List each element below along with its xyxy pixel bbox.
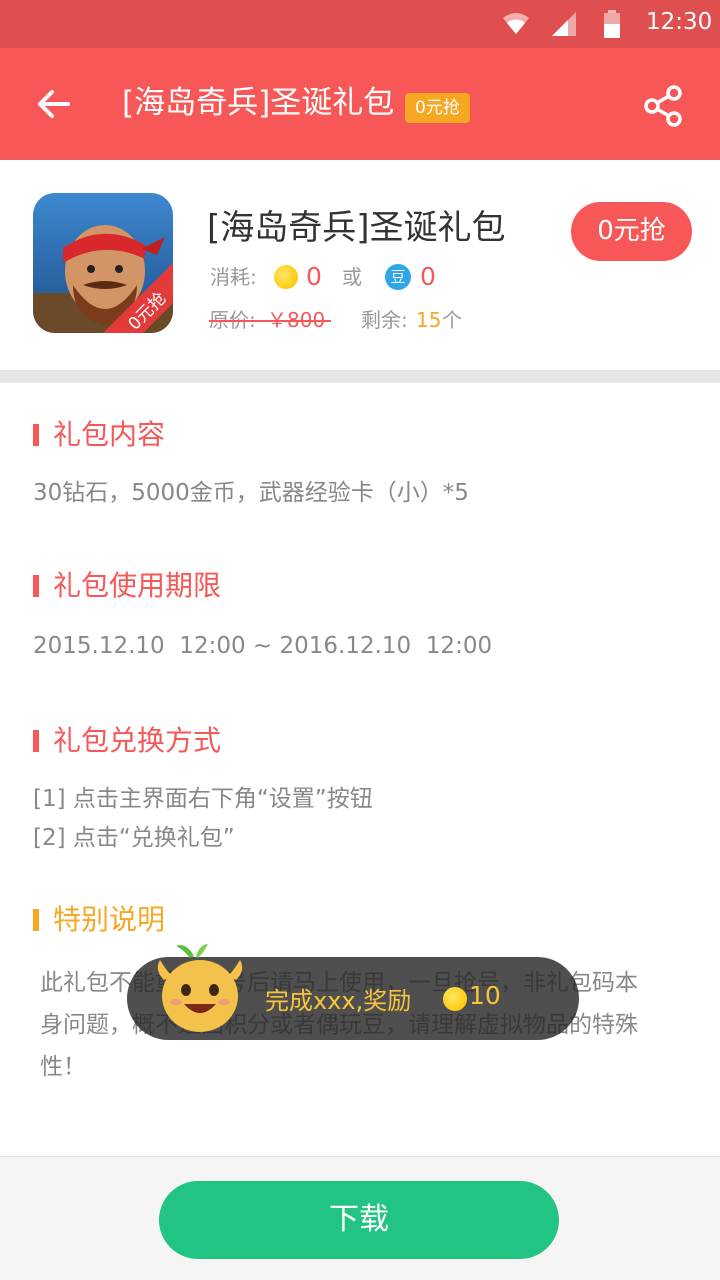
section-period-text: 2015.12.10 12:00 ~ 2016.12.10 12:00 (33, 633, 493, 659)
coin-icon (274, 265, 298, 289)
share-icon[interactable] (640, 82, 688, 130)
back-arrow-icon[interactable] (32, 82, 76, 126)
page-title: [海岛奇兵]圣诞礼包 (122, 85, 395, 121)
coin-icon (443, 987, 467, 1011)
bottom-bar: 下载 (0, 1156, 720, 1280)
wifi-icon (503, 13, 529, 34)
download-button[interactable]: 下载 (159, 1181, 559, 1259)
remaining-unit: 个 (442, 308, 462, 332)
price-strikethrough (209, 320, 331, 322)
grab-button[interactable]: 0元抢 (571, 202, 692, 261)
bean-cost: 0 (420, 262, 436, 291)
cost-label: 消耗: (210, 265, 257, 289)
status-time: 12:30 (646, 9, 713, 35)
game-icon: 0元抢 (33, 193, 173, 333)
mascot-icon (157, 944, 243, 1032)
bean-icon: 豆 (385, 264, 411, 290)
coin-cost: 0 (306, 262, 322, 291)
signal-icon (552, 12, 576, 36)
section-content-text: 30钻石，5000金币，武器经验卡（小）*5 (33, 480, 469, 506)
gift-info-card: 0元抢 [海岛奇兵]圣诞礼包 0元抢 消耗: 0 或 豆 0 原价: ￥800 … (0, 160, 720, 370)
status-bar: 12:30 (0, 0, 720, 48)
redeem-step-2: [2] 点击“兑换礼包” (33, 825, 235, 851)
battery-icon (604, 10, 620, 38)
remaining-count: 15 (416, 308, 442, 332)
section-divider (0, 370, 720, 383)
toast-amount: 10 (469, 981, 501, 1010)
remaining-label: 剩余: (361, 308, 408, 332)
redeem-step-1: [1] 点击主界面右下角“设置”按钮 (33, 786, 373, 812)
toast-text: 完成xxx,奖励 (265, 987, 412, 1015)
free-grab-badge: 0元抢 (405, 93, 470, 123)
top-app-bar: [海岛奇兵]圣诞礼包 0元抢 (0, 48, 720, 160)
or-label: 或 (342, 265, 362, 289)
gift-name: [海岛奇兵]圣诞礼包 (207, 208, 506, 248)
